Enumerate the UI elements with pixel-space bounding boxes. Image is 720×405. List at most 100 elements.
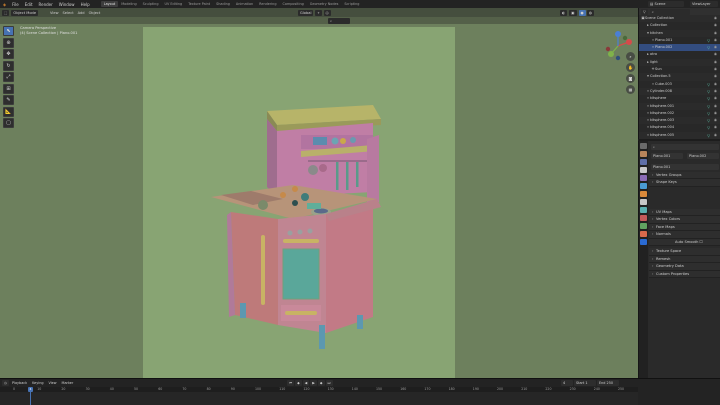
outliner-item[interactable]: ▿Plano.001 ▽ ◉ bbox=[639, 37, 720, 44]
visibility-eye-icon[interactable]: ◉ bbox=[714, 15, 717, 22]
properties-tab-icon[interactable] bbox=[640, 223, 647, 229]
visibility-eye-icon[interactable]: ◉ bbox=[714, 81, 717, 88]
outliner-item[interactable]: ▿kitsphere.005 ▽ ◉ bbox=[639, 131, 720, 139]
outliner-item[interactable]: ▸light ◉ bbox=[639, 58, 720, 67]
auto-smooth-row[interactable]: Auto Smooth ☐ bbox=[649, 238, 720, 246]
properties-tab-icon[interactable] bbox=[640, 159, 647, 165]
object-path-a[interactable]: Plano.001 bbox=[651, 153, 683, 159]
outliner-item[interactable]: ☀Sun ◉ bbox=[639, 66, 720, 73]
editor-type-icon[interactable]: ⬚ bbox=[2, 9, 10, 16]
next-key-icon[interactable]: ◆ bbox=[317, 380, 325, 386]
visibility-eye-icon[interactable]: ◉ bbox=[714, 103, 717, 110]
panel-shape-keys[interactable]: › Shape Keys bbox=[649, 179, 720, 187]
menu-help[interactable]: Help bbox=[78, 2, 93, 7]
properties-tab-icon[interactable] bbox=[640, 199, 647, 205]
menu-window[interactable]: Window bbox=[56, 2, 78, 7]
viewport-menu-add[interactable]: Add bbox=[76, 10, 87, 16]
kitchen-model[interactable] bbox=[143, 27, 455, 378]
viewport-menu-select[interactable]: Select bbox=[61, 10, 76, 16]
properties-tab-icon[interactable] bbox=[640, 231, 647, 237]
tab-compositing[interactable]: Compositing bbox=[280, 1, 307, 7]
tab-modeling[interactable]: Modeling bbox=[118, 1, 139, 7]
outliner-item[interactable]: ▿Cube.003 ▽ ◉ bbox=[639, 81, 720, 88]
visibility-eye-icon[interactable]: ◉ bbox=[714, 51, 717, 58]
timeline-menu-marker[interactable]: Marker bbox=[60, 380, 76, 386]
xray-icon[interactable]: ▣ bbox=[569, 9, 577, 16]
visibility-eye-icon[interactable]: ◉ bbox=[714, 22, 717, 29]
tab-sculpting[interactable]: Sculpting bbox=[140, 1, 162, 7]
overlays-icon[interactable]: ◐ bbox=[560, 9, 568, 16]
menu-file[interactable]: File bbox=[9, 2, 22, 7]
tab-shading[interactable]: Shading bbox=[213, 1, 233, 7]
end-frame-field[interactable]: End 250 bbox=[597, 380, 619, 386]
tab-geometry-nodes[interactable]: Geometry Nodes bbox=[307, 1, 342, 7]
visibility-eye-icon[interactable]: ◉ bbox=[714, 117, 717, 124]
blender-logo-icon[interactable]: ◈ bbox=[0, 2, 9, 7]
add-cube-tool[interactable]: ▢ bbox=[3, 118, 14, 128]
play-reverse-icon[interactable]: ◀ bbox=[302, 380, 310, 386]
menu-render[interactable]: Render bbox=[36, 2, 56, 7]
shading-material-icon[interactable]: ◍ bbox=[586, 9, 594, 16]
panel-uv-maps[interactable]: › UV Maps bbox=[649, 208, 720, 216]
panel-texture-space[interactable]: › Texture Space bbox=[649, 248, 720, 256]
outliner-item[interactable]: ▿Cylinder.008 ▽ ◉ bbox=[639, 87, 720, 96]
move-tool[interactable]: ✥ bbox=[3, 49, 14, 59]
timeline-menu-view[interactable]: View bbox=[47, 380, 59, 386]
outliner-item[interactable]: ▿kitsphere.001 ▽ ◉ bbox=[639, 102, 720, 110]
outliner-item[interactable]: ▾Collection.5 ◉ bbox=[639, 73, 720, 81]
viewport-menu-view[interactable]: View bbox=[48, 10, 61, 16]
prev-key-icon[interactable]: ◆ bbox=[295, 380, 302, 386]
measure-tool[interactable]: 📐 bbox=[3, 106, 14, 117]
annotate-tool[interactable]: ✎ bbox=[3, 95, 14, 105]
timeline-menu-keying[interactable]: Keying bbox=[30, 380, 45, 386]
mesh-data-name[interactable]: Plano.001 bbox=[651, 163, 719, 170]
snap-icon[interactable]: ⌖ bbox=[315, 9, 322, 16]
zoom-icon[interactable]: ⌕ bbox=[626, 52, 635, 61]
tab-uv-editing[interactable]: UV Editing bbox=[162, 1, 186, 7]
timeline-menu-playback[interactable]: Playback bbox=[10, 380, 29, 386]
panel-face-maps[interactable]: › Face Maps bbox=[649, 223, 720, 231]
properties-tab-icon[interactable] bbox=[640, 167, 647, 173]
properties-tab-icon[interactable] bbox=[640, 175, 647, 181]
properties-tab-icon[interactable] bbox=[640, 215, 647, 221]
search-field[interactable]: ⌕ bbox=[328, 17, 350, 24]
scene-selector[interactable]: ▤ Scene bbox=[648, 1, 684, 7]
timeline-editor-icon[interactable]: ◷ bbox=[2, 380, 9, 386]
transform-tool[interactable]: ⊞ bbox=[3, 83, 14, 94]
auto-smooth-checkbox[interactable]: ☐ bbox=[700, 240, 703, 244]
panel-custom-properties[interactable]: › Custom Properties bbox=[649, 270, 720, 278]
outliner-search[interactable]: ⌕ bbox=[649, 8, 690, 15]
properties-tab-icon[interactable] bbox=[640, 151, 647, 157]
select-box-tool[interactable]: ⬉ bbox=[3, 26, 14, 36]
properties-tab-icon[interactable] bbox=[640, 183, 647, 189]
visibility-eye-icon[interactable]: ◉ bbox=[714, 73, 717, 80]
visibility-eye-icon[interactable]: ◉ bbox=[714, 132, 717, 139]
jump-end-icon[interactable]: ⏭ bbox=[325, 380, 333, 386]
properties-tab-icon[interactable] bbox=[640, 143, 647, 149]
scale-tool[interactable]: ⤢ bbox=[3, 72, 14, 82]
proportional-icon[interactable]: ◎ bbox=[323, 9, 331, 16]
tab-layout[interactable]: Layout bbox=[100, 1, 119, 7]
current-frame-field[interactable]: 4 bbox=[561, 380, 573, 386]
timeline-track[interactable] bbox=[0, 392, 638, 405]
outliner-item[interactable]: ▾kitchen ◉ bbox=[639, 29, 720, 37]
panel-vertex-colors[interactable]: › Vertex Colors bbox=[649, 216, 720, 224]
view-layer-selector[interactable]: ViewLayer bbox=[690, 1, 718, 7]
properties-tab-icon[interactable] bbox=[640, 207, 647, 213]
visibility-eye-icon[interactable]: ◉ bbox=[714, 37, 717, 44]
tab-scripting[interactable]: Scripting bbox=[341, 1, 362, 7]
menu-edit[interactable]: Edit bbox=[22, 2, 36, 7]
outliner-item[interactable]: ▸otro ◉ bbox=[639, 51, 720, 58]
tab-animation[interactable]: Animation bbox=[233, 1, 256, 7]
panel-remesh[interactable]: › Remesh bbox=[649, 255, 720, 263]
object-path-b[interactable]: Plano.002 bbox=[687, 153, 719, 159]
play-icon[interactable]: ▶ bbox=[310, 380, 317, 386]
outliner-filter-icon[interactable]: ▽ bbox=[641, 8, 648, 15]
ortho-toggle-icon[interactable]: ▦ bbox=[626, 85, 635, 94]
start-frame-field[interactable]: Start 1 bbox=[574, 380, 596, 386]
mode-selector[interactable]: Object Mode bbox=[11, 9, 39, 16]
panel-vertex-groups[interactable]: › Vertex Groups bbox=[649, 171, 720, 179]
tab-texture-paint[interactable]: Texture Paint bbox=[185, 1, 213, 7]
viewport-menu-object[interactable]: Object bbox=[87, 10, 103, 16]
outliner-item[interactable]: ▸Collection ◉ bbox=[639, 22, 720, 29]
